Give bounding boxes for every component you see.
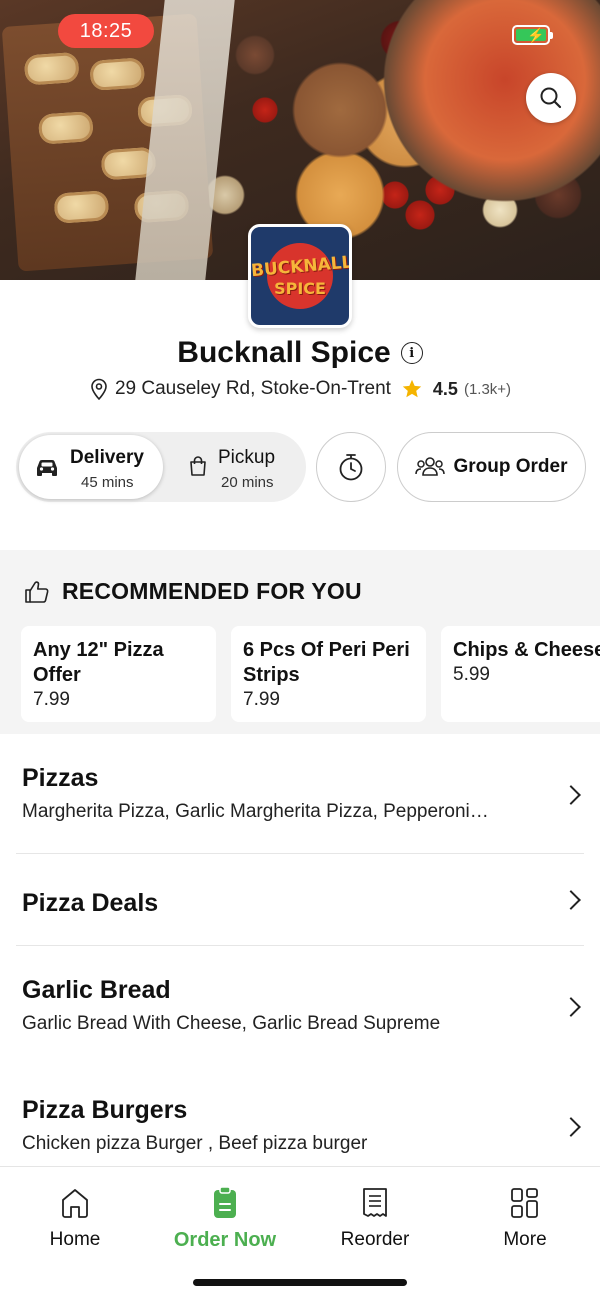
category-row[interactable]: Pizzas Margherita Pizza, Garlic Margheri… [16,764,584,836]
order-icon [214,1187,236,1218]
recommended-card[interactable]: Chips & Cheese Large 5.99 [441,626,600,722]
location-pin-icon [91,378,107,400]
nav-reorder[interactable]: Reorder [300,1187,450,1251]
category-name: Pizza Burgers [22,1096,188,1124]
status-time: 18:25 [58,14,154,48]
category-name: Pizza Deals [22,889,159,917]
star-icon [402,379,422,398]
grid-icon [511,1188,538,1218]
logo-text-line2: SPICE [274,279,326,298]
pickup-time: 20 mins [221,474,274,491]
garlic-bread-slice [23,51,80,86]
recommended-title: RECOMMENDED FOR YOU [62,578,362,604]
recommended-item-name: Chips & Cheese Large [453,639,600,661]
nav-label: Reorder [340,1229,410,1250]
recommended-section: RECOMMENDED FOR YOU Any 12" Pizza Offer … [0,550,600,734]
receipt-icon [363,1188,387,1217]
recommended-item-price: 5.99 [453,664,490,685]
category-description: Garlic Bread With Cheese, Garlic Bread S… [22,1013,441,1034]
group-order-button[interactable]: Group Order [397,432,586,502]
recommended-item-price: 7.99 [33,689,70,710]
timer-icon [339,454,363,481]
nav-order-now[interactable]: Order Now [150,1187,300,1252]
nav-home[interactable]: Home [0,1187,150,1251]
category-description: Chicken pizza Burger , Beef pizza burger [22,1133,368,1154]
nav-label: Order Now [173,1229,277,1251]
garlic-bread-slice [89,57,146,91]
recommended-card[interactable]: 6 Pcs Of Peri Peri Strips 7.99 [231,626,426,722]
recommended-heading: RECOMMENDED FOR YOU [24,578,362,605]
category-row[interactable]: Pizza Burgers Chicken pizza Burger , Bee… [16,1096,584,1166]
restaurant-logo: BUCKNALL SPICE [248,224,352,328]
delivery-label: Delivery [70,447,144,468]
pickup-label: Pickup [218,447,276,468]
nav-label: Home [49,1229,101,1250]
nav-more[interactable]: More [450,1187,600,1251]
schedule-button[interactable] [316,432,386,502]
delivery-time: 45 mins [81,474,134,491]
divider [16,945,584,946]
nav-label: More [503,1229,547,1250]
address-row: 29 Causeley Rd, Stoke-On-Trent 4.5 (1.3k… [0,378,600,400]
restaurant-address: 29 Causeley Rd, Stoke-On-Trent [114,378,391,399]
category-row[interactable]: Garlic Bread Garlic Bread With Cheese, G… [16,976,584,1048]
category-name: Garlic Bread [22,976,171,1004]
logo-text-line1: BUCKNALL [250,252,352,282]
garlic-bread-slice [37,111,94,145]
divider [16,853,584,854]
group-order-label: Group Order [453,456,568,477]
rating-count: (1.3k+) [463,380,512,398]
search-icon [540,87,562,109]
recommended-item-price: 7.99 [243,689,280,710]
category-description: Margherita Pizza, Garlic Margherita Pizz… [22,801,489,822]
car-icon [37,460,57,476]
category-name: Pizzas [22,764,99,792]
order-mode-toggle: Delivery 45 mins Pickup 20 mins [16,432,306,502]
title-row: Bucknall Spice i [0,336,600,370]
garlic-bread-slice [53,190,110,224]
rating-value: 4.5 [432,378,458,399]
pickup-option[interactable]: Pickup 20 mins [166,435,304,499]
search-button[interactable] [526,73,576,123]
restaurant-name: Bucknall Spice [177,336,391,369]
bag-icon [190,456,206,476]
info-icon[interactable]: i [400,342,423,364]
home-icon [62,1189,88,1218]
delivery-option[interactable]: Delivery 45 mins [19,435,163,499]
thumbs-up-icon [25,580,49,603]
restaurant-page: 18:25 ⚡ BUCKNALL SPICE Bucknall Spice i … [0,0,600,1298]
recommended-card[interactable]: Any 12" Pizza Offer 7.99 [21,626,216,722]
recommended-item-name: 6 Pcs Of Peri Peri Strips [243,639,410,686]
battery-icon: ⚡ [512,25,553,45]
recommended-item-name: Any 12" Pizza Offer [33,639,164,686]
charging-bolt-icon: ⚡ [527,27,545,43]
category-row[interactable]: Pizza Deals [16,889,584,929]
group-icon [415,457,446,476]
home-indicator [193,1279,407,1286]
